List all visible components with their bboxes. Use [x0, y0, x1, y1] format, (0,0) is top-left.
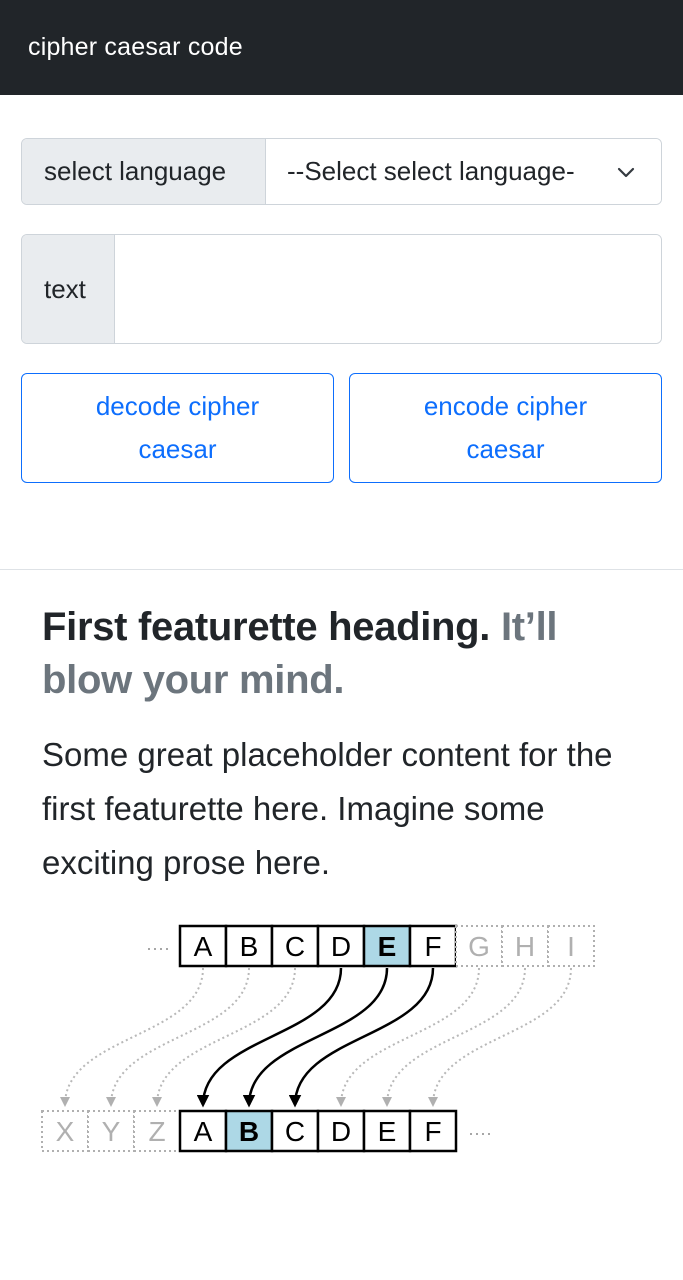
- language-label: select language: [22, 139, 266, 204]
- bottom-cell-d-label: D: [331, 1116, 351, 1147]
- cipher-form: select language --Select select language…: [0, 138, 683, 483]
- navbar: cipher caesar code: [0, 0, 683, 95]
- top-cell-d-label: D: [331, 931, 351, 962]
- top-cell-e: E: [362, 924, 412, 968]
- top-faded-cell-i-label: I: [567, 931, 575, 962]
- language-input-group: select language --Select select language…: [21, 138, 662, 205]
- text-label: text: [22, 235, 115, 343]
- bottom-cell-b-label: B: [239, 1116, 259, 1147]
- navbar-brand[interactable]: cipher caesar code: [28, 33, 243, 62]
- top-cell-f-label: F: [424, 931, 441, 962]
- bottom-faded-cell-y-label: Y: [102, 1116, 121, 1147]
- featurette-lead: Some great placeholder content for the f…: [42, 736, 613, 881]
- shift-arrow-a: [60, 967, 204, 1107]
- action-buttons: decode cipher caesar encode cipher caesa…: [21, 373, 662, 483]
- encode-button-label-line1: encode cipher: [423, 391, 588, 421]
- caesar-shift-diagram: ···· A B C D E F G H IX Y Z A B C D E F ····: [41, 924, 595, 1153]
- top-cell-e-label: E: [378, 931, 397, 962]
- top-faded-cell-i: I: [547, 925, 595, 967]
- top-cell-b-label: B: [240, 931, 259, 962]
- top-faded-cell-g: G: [455, 925, 503, 967]
- decode-button-label-line2: caesar: [138, 434, 217, 464]
- bottom-cell-f: F: [408, 1109, 458, 1153]
- encode-button-label-line2: caesar: [466, 434, 545, 464]
- top-faded-cell-h-label: H: [515, 931, 535, 962]
- shift-arrow-b: [106, 967, 250, 1107]
- bottom-faded-cell-x: X: [41, 1110, 89, 1152]
- bottom-cell-a-label: A: [194, 1116, 213, 1147]
- shift-arrow-h: [382, 967, 526, 1107]
- top-cell-b: B: [224, 924, 274, 968]
- featurette: First featurette heading. It’ll blow you…: [0, 601, 683, 890]
- text-input-group: text: [21, 234, 662, 344]
- bottom-cell-e-label: E: [378, 1116, 397, 1147]
- language-select-value: --Select select language-: [287, 156, 575, 186]
- decode-button[interactable]: decode cipher caesar: [21, 373, 334, 483]
- bottom-ellipsis: ····: [468, 1123, 492, 1143]
- top-cell-a-label: A: [194, 931, 213, 962]
- bottom-cell-b: B: [224, 1109, 274, 1153]
- bottom-cell-c-label: C: [285, 1116, 305, 1147]
- bottom-faded-cell-z: Z: [133, 1110, 181, 1152]
- bottom-cell-c: C: [270, 1109, 320, 1153]
- encode-button[interactable]: encode cipher caesar: [349, 373, 662, 483]
- top-cell-c: C: [270, 924, 320, 968]
- top-cell-d: D: [316, 924, 366, 968]
- bottom-faded-cell-x-label: X: [56, 1116, 75, 1147]
- text-field[interactable]: [115, 235, 661, 343]
- top-cell-a: A: [178, 924, 228, 968]
- bottom-cell-f-label: F: [424, 1116, 441, 1147]
- shift-arrow-i: [428, 967, 572, 1107]
- chevron-down-icon: [617, 167, 635, 177]
- bottom-cell-d: D: [316, 1109, 366, 1153]
- top-cell-f: F: [408, 924, 458, 968]
- top-faded-cell-g-label: G: [468, 931, 490, 962]
- top-cell-c-label: C: [285, 931, 305, 962]
- language-select[interactable]: --Select select language-: [266, 139, 661, 204]
- bottom-faded-cell-y: Y: [87, 1110, 135, 1152]
- bottom-cell-a: A: [178, 1109, 228, 1153]
- featurette-heading-main: First featurette heading.: [42, 605, 491, 649]
- bottom-cell-e: E: [362, 1109, 412, 1153]
- top-faded-cell-h: H: [501, 925, 549, 967]
- top-ellipsis: ····: [146, 938, 170, 958]
- featurette-divider: [0, 569, 683, 570]
- decode-button-label-line1: decode cipher: [95, 391, 260, 421]
- bottom-faded-cell-z-label: Z: [148, 1116, 165, 1147]
- featurette-heading: First featurette heading. It’ll blow you…: [42, 601, 641, 707]
